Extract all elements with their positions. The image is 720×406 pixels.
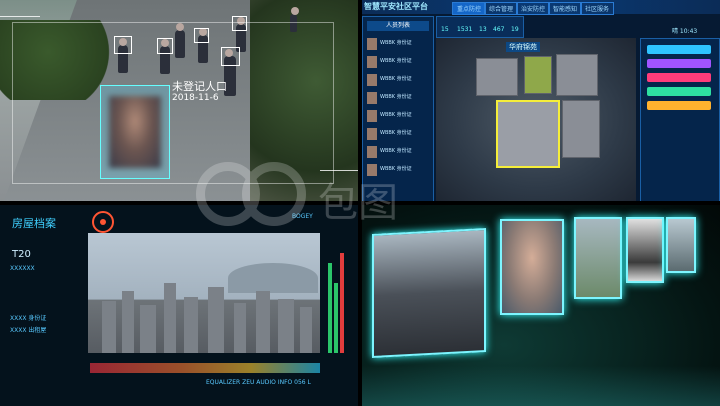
meter-bar [328,263,332,353]
tower [234,303,246,353]
tab-1[interactable]: 综合管理 [484,2,519,15]
platform-topbar: 智慧平安社区平台 重点防控 综合管理 治安防控 智能感知 社区服务 [360,0,720,15]
3d-panels-view [360,203,720,406]
archive-title: 房屋档案 [12,217,56,230]
aerial-map[interactable]: 华府锦苑 [436,38,636,201]
tab-3[interactable]: 智能感知 [548,2,583,15]
building-block[interactable] [562,100,600,158]
hud-frame [12,22,334,184]
list-item[interactable]: WBBK 身份证 [367,127,429,141]
right-info-panel [640,38,720,203]
audio-waveform [90,363,320,373]
meter-bar [334,283,338,353]
list-item[interactable]: WBBK 身份证 [367,55,429,69]
equalizer-label: EQUALIZER ZEU AUDIO INFO 056 L [206,379,311,386]
tower [278,299,294,353]
building-block[interactable] [556,54,598,96]
weather-clock: 晴 10:43 [672,28,698,35]
hud-line [0,16,40,17]
panel-button[interactable] [647,45,711,54]
list-item[interactable]: WBBK 身份证 [367,37,429,51]
vehicle-panel [372,228,486,358]
housing-archive-view: 房屋档案 T20 XXXXXX XXXX 身份证 XXXX 出租屋 BOGEY … [0,203,360,406]
watermark: 包图 [196,162,436,232]
side-text: XXXX 出租屋 [10,327,47,334]
side-text: XXXX 身份证 [10,315,47,322]
tower [164,283,176,353]
stat-value: 13 [479,26,487,33]
tower [102,301,116,353]
person-panel [626,217,664,283]
platform-title: 智慧平安社区平台 [364,2,428,11]
stats-bar: 15 1531 13 467 19 [436,16,524,38]
meter-bar [340,253,344,353]
stat-value: 19 [511,26,519,33]
city-photo [88,233,320,353]
tab-4[interactable]: 社区服务 [580,2,615,15]
watermark-text: 包图 [318,180,398,226]
hill [228,263,318,293]
tower [140,305,156,353]
face-panel [500,219,564,315]
stat-value: 15 [441,26,449,33]
panel-button[interactable] [647,101,711,110]
panel-button[interactable] [647,87,711,96]
list-item[interactable]: WBBK 身份证 [367,109,429,123]
map-area-name: 华府锦苑 [506,42,540,52]
tower [122,291,134,353]
info-panel [666,217,696,273]
list-item[interactable]: WBBK 身份证 [367,145,429,159]
tower [300,307,312,353]
level-meter [328,233,348,353]
building-block[interactable] [524,56,552,94]
panel-button[interactable] [647,73,711,82]
tab-2[interactable]: 治安防控 [516,2,551,15]
tower [256,291,270,353]
tower [208,287,224,353]
list-item[interactable]: WBBK 身份证 [367,91,429,105]
surveillance-collage: 未登记人口 2018-11-6 智慧平安社区平台 重点防控 综合管理 治安防控 … [0,0,720,406]
stat-value: 1531 [457,26,473,33]
selected-area[interactable] [496,100,560,168]
side-text: XXXXXX [10,265,35,272]
tower [184,297,198,353]
stat-value: 467 [493,26,505,33]
list-header: 人员列表 [367,21,429,31]
building-panel [574,217,622,299]
archive-code: T20 [12,249,31,260]
list-item[interactable]: WBBK 身份证 [367,73,429,87]
building-block[interactable] [476,58,518,96]
watermark-logo-icon [242,162,306,226]
floor-glow [360,366,720,406]
tab-0[interactable]: 重点防控 [452,2,487,15]
target-reticle-icon [92,211,114,233]
panel-button[interactable] [647,59,711,68]
